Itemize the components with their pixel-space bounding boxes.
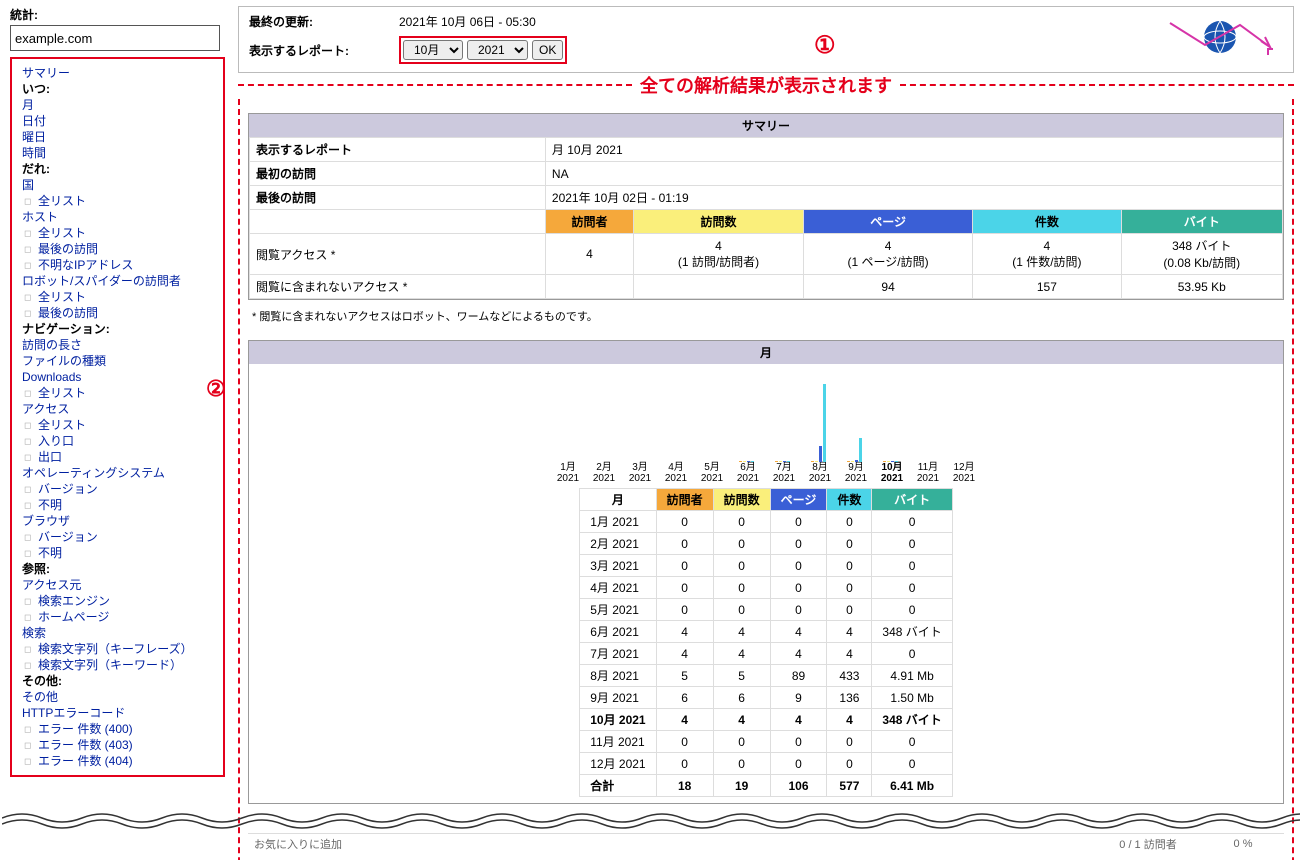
nav-item[interactable]: 入り口 [22, 433, 213, 449]
results-area: サマリー 表示するレポート 月 10月 2021 最初の訪問 NA 最後の訪問 … [238, 99, 1294, 860]
summary-row-val: 2021年 10月 02日 - 01:19 [545, 186, 1282, 210]
month-label: 8月2021 [805, 462, 835, 484]
nav-item[interactable]: 日付 [22, 113, 213, 129]
month-label: 10月2021 [877, 462, 907, 484]
month-label: 9月2021 [841, 462, 871, 484]
nav-item[interactable]: ブラウザ [22, 513, 213, 529]
nav-item[interactable]: 全リスト [22, 289, 213, 305]
month-label: 11月2021 [913, 462, 943, 484]
nav-item[interactable]: バージョン [22, 481, 213, 497]
nav-item: だれ: [22, 161, 213, 177]
summary-row-label: 最後の訪問 [250, 186, 546, 210]
results-banner: 全ての解析結果が表示されます [238, 73, 1294, 97]
nav-item[interactable]: エラー 件数 (400) [22, 721, 213, 737]
summary-row-label: 表示するレポート [250, 138, 546, 162]
stats-input[interactable] [10, 25, 220, 51]
nav-item[interactable]: エラー 件数 (403) [22, 737, 213, 753]
nav-item[interactable]: 全リスト [22, 385, 213, 401]
nav-item[interactable]: 最後の訪問 [22, 241, 213, 257]
nav-item[interactable]: ホスト [22, 209, 213, 225]
nav-item[interactable]: 不明 [22, 545, 213, 561]
nav-item[interactable]: アクセス元 [22, 577, 213, 593]
nav-item[interactable]: バージョン [22, 529, 213, 545]
nav-links: サマリーいつ:月日付曜日時間だれ:国全リストホスト全リスト最後の訪問不明なIPア… [10, 57, 225, 777]
summary-row-viewed: 閲覧アクセス * 44(1 訪問/訪問者)4(1 ページ/訪問)4(1 件数/訪… [250, 234, 1283, 275]
nav-item[interactable]: 出口 [22, 449, 213, 465]
nav-item[interactable]: 全リスト [22, 193, 213, 209]
annotation-2: ② [206, 376, 226, 402]
month-table: 月訪問者訪問数ページ件数バイト1月 2021000002月 2021000003… [579, 488, 953, 797]
nav-item[interactable]: 検索エンジン [22, 593, 213, 609]
month-label: 2月2021 [589, 462, 619, 484]
nav-item[interactable]: オペレーティングシステム [22, 465, 213, 481]
nav-item[interactable]: 訪問の長さ [22, 337, 213, 353]
nav-item[interactable]: HTTPエラーコード [22, 705, 213, 721]
nav-item: その他: [22, 673, 213, 689]
nav-item[interactable]: Downloads [22, 369, 213, 385]
nav-item[interactable]: その他 [22, 689, 213, 705]
year-select[interactable]: 2021 [467, 40, 528, 60]
col-hits: 件数 [973, 210, 1121, 234]
ok-button[interactable]: OK [532, 40, 563, 60]
favorites-stat2: 0 % [1208, 838, 1278, 850]
col-visitors: 訪問者 [545, 210, 633, 234]
nav-item[interactable]: 検索文字列（キーワード） [22, 657, 213, 673]
nav-item: いつ: [22, 81, 213, 97]
nav-item[interactable]: ロボット/スパイダーの訪問者 [22, 273, 213, 289]
favorites-stat1: 0 / 1 訪問者 [1088, 836, 1208, 852]
tear-line [2, 810, 1300, 830]
nav-item[interactable]: 全リスト [22, 417, 213, 433]
summary-panel: サマリー 表示するレポート 月 10月 2021 最初の訪問 NA 最後の訪問 … [248, 113, 1284, 300]
summary-col [250, 210, 546, 234]
summary-row-notviewed: 閲覧に含まれないアクセス * 9415753.95 Kb [250, 275, 1283, 299]
month-label: 7月2021 [769, 462, 799, 484]
top-bar: 最終の更新: 2021年 10月 06日 - 05:30 表示するレポート: 1… [238, 6, 1294, 73]
nav-item[interactable]: ホームページ [22, 609, 213, 625]
nav-item[interactable]: 検索 [22, 625, 213, 641]
col-visits: 訪問数 [634, 210, 804, 234]
favorites-label: お気に入りに追加 [254, 836, 342, 852]
month-label: 6月2021 [733, 462, 763, 484]
nav-item[interactable]: 不明なIPアドレス [22, 257, 213, 273]
month-label: 12月2021 [949, 462, 979, 484]
nav-item[interactable]: 曜日 [22, 129, 213, 145]
month-label: 3月2021 [625, 462, 655, 484]
nav-item[interactable]: 全リスト [22, 225, 213, 241]
nav-item[interactable]: 最後の訪問 [22, 305, 213, 321]
report-controls-highlight: 10月 2021 OK [399, 36, 567, 64]
nav-item[interactable]: 不明 [22, 497, 213, 513]
nav-item[interactable]: 検索文字列（キーフレーズ） [22, 641, 213, 657]
annotation-1: ① [814, 31, 836, 60]
report-label: 表示するレポート: [249, 42, 389, 59]
nav-item[interactable]: 国 [22, 177, 213, 193]
nav-item[interactable]: 月 [22, 97, 213, 113]
logo-icon [1165, 11, 1275, 63]
month-panel: 月 1月2021 2月2021 3月2021 4月2021 5月2021 6月2021 7月… [248, 340, 1284, 804]
nav-item[interactable]: アクセス [22, 401, 213, 417]
summary-row-val: 月 10月 2021 [545, 138, 1282, 162]
month-label: 4月2021 [661, 462, 691, 484]
nav-item[interactable]: エラー 件数 (404) [22, 753, 213, 769]
last-update-value: 2021年 10月 06日 - 05:30 [399, 13, 536, 30]
summary-row-val: NA [545, 162, 1282, 186]
favorites-row: お気に入りに追加 0 / 1 訪問者 0 % [248, 833, 1284, 854]
nav-item: ナビゲーション: [22, 321, 213, 337]
summary-note: * 閲覧に含まれないアクセスはロボット、ワームなどによるものです。 [248, 306, 1284, 326]
last-update-label: 最終の更新: [249, 13, 389, 30]
nav-item[interactable]: ファイルの種類 [22, 353, 213, 369]
nav-item[interactable]: サマリー [22, 65, 213, 81]
col-bytes: バイト [1121, 210, 1283, 234]
summary-title: サマリー [249, 114, 1283, 137]
month-select[interactable]: 10月 [403, 40, 463, 60]
col-pages: ページ [803, 210, 972, 234]
month-title: 月 [249, 341, 1283, 364]
stats-label: 統計: [10, 6, 225, 23]
month-label: 5月2021 [697, 462, 727, 484]
nav-item: 参照: [22, 561, 213, 577]
nav-item[interactable]: 時間 [22, 145, 213, 161]
summary-row-label: 最初の訪問 [250, 162, 546, 186]
month-label: 1月2021 [553, 462, 583, 484]
